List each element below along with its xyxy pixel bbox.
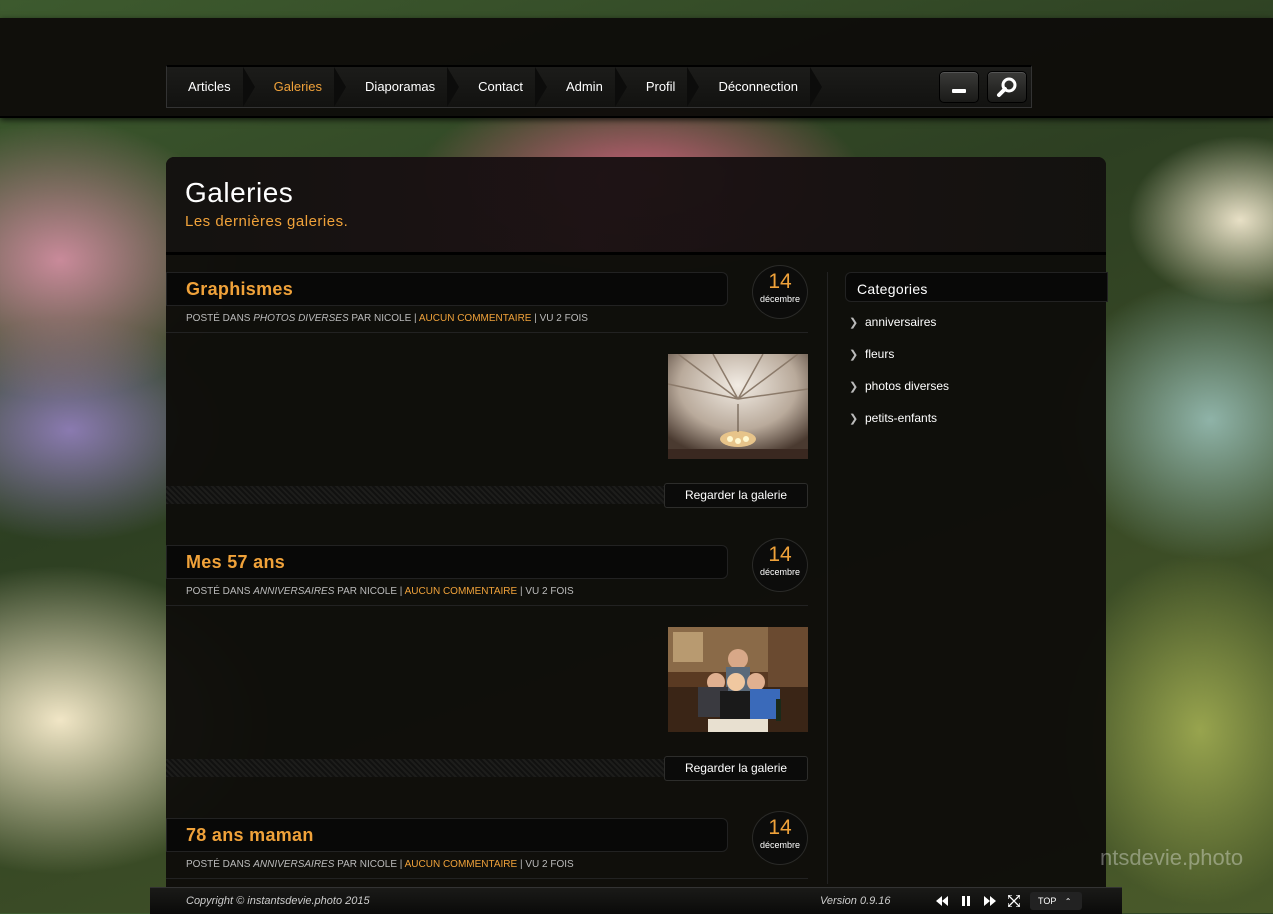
main-nav: Articles Galeries Diaporamas Contact Adm… <box>166 65 1032 108</box>
post-date-month: décembre <box>759 567 801 577</box>
post-comments-link[interactable]: AUCUN COMMENTAIRE <box>405 859 518 870</box>
category-item[interactable]: ❯ photos diverses <box>849 379 949 393</box>
chevron-up-icon: ⌃ <box>1064 897 1072 906</box>
version-text: Version 0.9.16 <box>820 895 891 907</box>
chevron-right-icon: ❯ <box>849 381 859 393</box>
post-category[interactable]: PHOTOS DIVERSES <box>253 313 348 324</box>
search-icon <box>997 77 1017 97</box>
categories-title: Categories <box>857 281 928 297</box>
meta-prefix: POSTÉ DANS <box>186 313 254 324</box>
nav-contact[interactable]: Contact <box>457 67 547 107</box>
nav-articles[interactable]: Articles <box>167 67 255 107</box>
nav-buttons <box>939 71 1027 103</box>
meta-divider <box>166 605 808 606</box>
category-label: fleurs <box>865 347 895 361</box>
copyright-text: Copyright © instantsdevie.photo 2015 <box>186 895 370 907</box>
post-author: PAR NICOLE | <box>334 859 405 870</box>
categories-header: Categories <box>845 272 1108 302</box>
nav-profil[interactable]: Profil <box>625 67 700 107</box>
category-item[interactable]: ❯ fleurs <box>849 347 894 361</box>
post-meta: POSTÉ DANS ANNIVERSAIRES PAR NICOLE | AU… <box>186 586 574 597</box>
nav-galeries[interactable]: Galeries <box>253 67 347 107</box>
nav-admin[interactable]: Admin <box>545 67 627 107</box>
post-comments-link[interactable]: AUCUN COMMENTAIRE <box>405 586 518 597</box>
view-gallery-button[interactable]: Regarder la galerie <box>664 756 808 781</box>
category-label: photos diverses <box>865 379 950 393</box>
sidebar-divider <box>827 272 828 884</box>
top-label: TOP <box>1038 896 1057 906</box>
content-panel: Galeries Les dernières galeries. Graphis… <box>166 157 1108 897</box>
previous-button[interactable] <box>934 893 950 909</box>
post-views: | VU 2 FOIS <box>517 859 574 870</box>
category-label: anniversaires <box>865 315 937 329</box>
post-date-badge: 14 décembre <box>752 811 808 865</box>
category-item[interactable]: ❯ anniversaires <box>849 315 936 329</box>
category-item[interactable]: ❯ petits-enfants <box>849 411 937 425</box>
post-title[interactable]: Graphismes <box>186 279 293 300</box>
post-category[interactable]: ANNIVERSAIRES <box>253 586 334 597</box>
minimize-icon <box>952 89 966 93</box>
meta-prefix: POSTÉ DANS <box>186 586 254 597</box>
meta-prefix: POSTÉ DANS <box>186 859 254 870</box>
background-watermark: ntsdevie.photo <box>1100 845 1244 870</box>
post-title[interactable]: 78 ans maman <box>186 825 314 846</box>
fullscreen-icon <box>1008 895 1020 907</box>
post-views: | VU 2 FOIS <box>531 313 588 324</box>
footer-bar: Copyright © instantsdevie.photo 2015 Ver… <box>150 887 1122 914</box>
minimize-button[interactable] <box>939 71 979 103</box>
fullscreen-button[interactable] <box>1006 893 1022 909</box>
page-header: Galeries Les dernières galeries. <box>166 157 1106 255</box>
page-title: Galeries <box>185 177 294 208</box>
post-title-bar: Mes 57 ans <box>166 545 728 579</box>
chevron-right-icon: ❯ <box>849 413 859 425</box>
nav-deconnection[interactable]: Déconnection <box>697 67 822 107</box>
gallery-thumbnail[interactable] <box>668 627 808 732</box>
chevron-right-icon: ❯ <box>849 317 859 329</box>
next-icon <box>984 896 996 906</box>
next-button[interactable] <box>982 893 998 909</box>
post-title-bar: 78 ans maman <box>166 818 728 852</box>
previous-icon <box>936 896 948 906</box>
top-bar: Articles Galeries Diaporamas Contact Adm… <box>0 18 1273 118</box>
search-button[interactable] <box>987 71 1027 103</box>
category-label: petits-enfants <box>865 411 938 425</box>
post-date-month: décembre <box>759 840 801 850</box>
post-date-day: 14 <box>768 543 792 566</box>
post-title-bar: Graphismes <box>166 272 728 306</box>
post-comments-link[interactable]: AUCUN COMMENTAIRE <box>419 313 532 324</box>
post-date-badge: 14 décembre <box>752 265 808 319</box>
pause-button[interactable] <box>958 893 974 909</box>
nav-diaporamas[interactable]: Diaporamas <box>344 67 460 107</box>
gallery-thumbnail[interactable] <box>668 354 808 459</box>
slideshow-controls <box>934 893 1022 909</box>
post-date-month: décembre <box>759 294 801 304</box>
pause-icon <box>962 896 970 906</box>
post-author: PAR NICOLE | <box>334 586 405 597</box>
post-category[interactable]: ANNIVERSAIRES <box>253 859 334 870</box>
post-meta: POSTÉ DANS PHOTOS DIVERSES PAR NICOLE | … <box>186 313 588 324</box>
post-date-badge: 14 décembre <box>752 538 808 592</box>
view-gallery-button[interactable]: Regarder la galerie <box>664 483 808 508</box>
post-footer-stripe <box>166 486 666 504</box>
post-views: | VU 2 FOIS <box>517 586 574 597</box>
back-to-top-button[interactable]: TOP ⌃ <box>1030 892 1082 910</box>
post-date-day: 14 <box>768 270 792 293</box>
post-author: PAR NICOLE | <box>348 313 419 324</box>
meta-divider <box>166 332 808 333</box>
meta-divider <box>166 878 808 879</box>
page-subtitle: Les dernières galeries. <box>185 213 349 230</box>
post-title[interactable]: Mes 57 ans <box>186 552 285 573</box>
post-date-day: 14 <box>768 816 792 839</box>
chevron-right-icon: ❯ <box>849 349 859 361</box>
post-meta: POSTÉ DANS ANNIVERSAIRES PAR NICOLE | AU… <box>186 859 574 870</box>
post-footer-stripe <box>166 759 666 777</box>
